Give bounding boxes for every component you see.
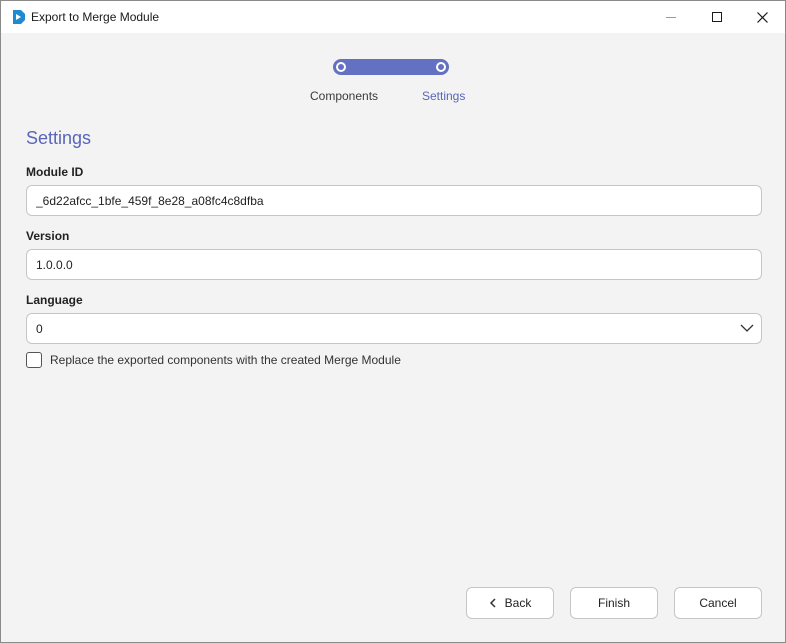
title-bar: Export to Merge Module xyxy=(1,1,785,33)
language-label: Language xyxy=(26,293,83,307)
window-title: Export to Merge Module xyxy=(31,10,160,24)
maximize-icon xyxy=(712,12,722,22)
language-select-value: 0 xyxy=(36,321,43,336)
chevron-left-icon xyxy=(489,598,496,608)
replace-components-checkbox[interactable] xyxy=(26,352,42,368)
minimize-button[interactable] xyxy=(648,1,694,33)
stepper-track xyxy=(333,59,449,75)
cancel-button-label: Cancel xyxy=(699,596,737,610)
merge-module-app-icon xyxy=(13,10,25,24)
step-dot-settings[interactable] xyxy=(436,62,446,72)
version-input[interactable] xyxy=(26,249,762,280)
finish-button-label: Finish xyxy=(597,596,630,610)
maximize-button[interactable] xyxy=(694,1,740,33)
close-icon xyxy=(756,11,768,23)
replace-components-label[interactable]: Replace the exported components with the… xyxy=(50,353,401,367)
cancel-button[interactable]: Cancel xyxy=(674,587,762,619)
back-button-label: Back xyxy=(504,596,532,610)
close-button[interactable] xyxy=(739,1,785,33)
minimize-icon xyxy=(666,16,676,18)
back-button[interactable]: Back xyxy=(466,587,554,619)
module-id-label: Module ID xyxy=(26,165,84,179)
step-label-components[interactable]: Components xyxy=(310,89,378,103)
step-dot-components[interactable] xyxy=(336,62,346,72)
replace-components-option[interactable]: Replace the exported components with the… xyxy=(26,352,401,368)
language-select[interactable]: 0 xyxy=(26,313,762,344)
wizard-stepper xyxy=(333,59,449,75)
finish-button[interactable]: Finish xyxy=(570,587,658,619)
version-label: Version xyxy=(26,229,70,243)
export-merge-module-window: Export to Merge Module Components Settin… xyxy=(0,0,786,643)
page-title: Settings xyxy=(26,128,92,148)
chevron-down-icon xyxy=(740,324,754,332)
module-id-input[interactable] xyxy=(26,185,762,216)
step-label-settings[interactable]: Settings xyxy=(422,89,465,103)
